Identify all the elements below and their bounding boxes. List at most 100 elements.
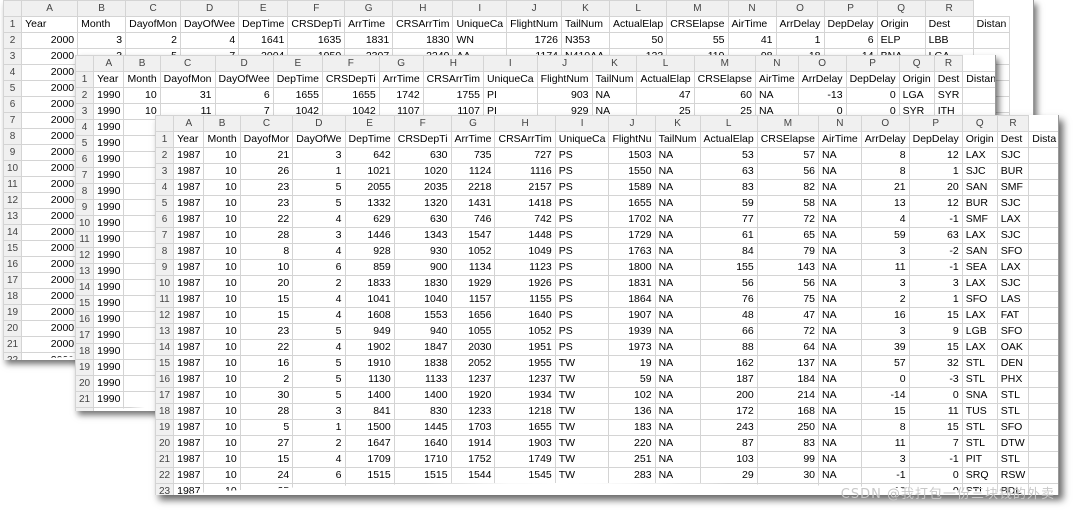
data-cell[interactable]: -2 bbox=[908, 243, 963, 260]
data-cell[interactable]: -1 bbox=[908, 211, 963, 228]
row-number[interactable]: 1 bbox=[75, 71, 95, 88]
data-cell[interactable]: 1914 bbox=[450, 435, 496, 452]
data-cell[interactable]: 41 bbox=[727, 32, 777, 49]
data-cell[interactable]: SJC bbox=[996, 275, 1030, 292]
data-cell[interactable]: NA bbox=[654, 435, 701, 452]
data-cell[interactable]: PS bbox=[554, 211, 610, 228]
column-header[interactable]: I bbox=[554, 115, 610, 132]
row-number[interactable]: 11 bbox=[155, 291, 175, 308]
data-cell[interactable]: 1 bbox=[292, 419, 346, 436]
row-number[interactable]: 6 bbox=[155, 211, 175, 228]
data-cell[interactable]: 10 bbox=[203, 179, 241, 196]
data-cell[interactable]: TW bbox=[554, 435, 610, 452]
data-cell[interactable]: 2000 bbox=[21, 336, 79, 353]
field-name-cell[interactable]: Month bbox=[123, 71, 161, 88]
data-cell[interactable]: N353 bbox=[561, 32, 611, 49]
data-cell[interactable]: 1641 bbox=[238, 32, 289, 49]
data-cell[interactable]: 10 bbox=[203, 291, 241, 308]
data-cell[interactable]: 28 bbox=[239, 403, 294, 420]
data-cell[interactable]: TW bbox=[554, 355, 610, 372]
field-name-cell[interactable]: CRSDepTi bbox=[287, 16, 346, 33]
field-name-cell[interactable]: CRSElapse bbox=[666, 16, 729, 33]
data-cell[interactable]: NA bbox=[818, 451, 862, 468]
column-header[interactable]: P bbox=[823, 0, 878, 17]
data-cell[interactable]: 26 bbox=[239, 163, 294, 180]
data-cell[interactable]: 25 bbox=[239, 483, 294, 495]
row-number[interactable]: 5 bbox=[75, 135, 95, 152]
data-cell[interactable]: 1864 bbox=[608, 291, 656, 308]
data-cell[interactable]: 6 bbox=[823, 32, 878, 49]
data-cell[interactable]: 20 bbox=[239, 275, 294, 292]
row-number[interactable]: 18 bbox=[3, 288, 23, 305]
data-cell[interactable]: NA bbox=[818, 243, 862, 260]
field-name-cell[interactable]: CRSArrTim bbox=[392, 16, 454, 33]
data-cell[interactable]: 57 bbox=[860, 355, 910, 372]
data-cell[interactable]: SFO bbox=[996, 323, 1030, 340]
field-name-cell[interactable]: DepTime bbox=[272, 71, 323, 88]
data-cell[interactable]: 1752 bbox=[450, 451, 496, 468]
data-cell[interactable]: 630 bbox=[393, 211, 452, 228]
data-cell[interactable]: 4 bbox=[179, 32, 240, 49]
data-cell[interactable]: LAX bbox=[961, 339, 998, 356]
row-number[interactable]: 20 bbox=[3, 320, 23, 337]
data-cell[interactable]: 949 bbox=[344, 323, 395, 340]
data-cell[interactable]: 1710 bbox=[393, 451, 452, 468]
data-cell[interactable]: 1116 bbox=[494, 163, 556, 180]
data-cell[interactable]: NA bbox=[654, 419, 701, 436]
column-header[interactable]: I bbox=[482, 55, 538, 72]
data-cell[interactable]: 1656 bbox=[450, 307, 496, 324]
data-cell[interactable]: SFO bbox=[996, 419, 1030, 436]
data-cell[interactable]: TW bbox=[554, 419, 610, 436]
data-cell[interactable]: LAX bbox=[961, 275, 998, 292]
data-cell[interactable]: 2157 bbox=[494, 179, 556, 196]
data-cell[interactable]: 1929 bbox=[450, 275, 496, 292]
data-cell[interactable]: 5 bbox=[292, 195, 346, 212]
data-cell[interactable]: 1049 bbox=[494, 243, 556, 260]
data-cell[interactable]: 1990 bbox=[93, 87, 125, 104]
data-cell[interactable] bbox=[1028, 451, 1058, 468]
data-cell[interactable]: NA bbox=[818, 387, 862, 404]
data-cell[interactable]: 1655 bbox=[494, 419, 556, 436]
data-cell[interactable]: 9 bbox=[908, 323, 963, 340]
column-header[interactable]: R bbox=[933, 55, 964, 72]
row-number[interactable]: 19 bbox=[3, 304, 23, 321]
data-cell[interactable]: 75 bbox=[756, 291, 820, 308]
data-cell[interactable]: NA bbox=[654, 163, 701, 180]
data-cell[interactable]: 10 bbox=[203, 451, 241, 468]
data-cell[interactable]: DTW bbox=[996, 435, 1030, 452]
data-cell[interactable]: 1990 bbox=[93, 391, 125, 408]
data-cell[interactable]: 1990 bbox=[93, 375, 125, 392]
data-cell[interactable]: 1589 bbox=[608, 179, 656, 196]
data-cell[interactable]: 16 bbox=[860, 307, 910, 324]
data-cell[interactable]: 11 bbox=[860, 259, 910, 276]
data-cell[interactable]: 2030 bbox=[450, 339, 496, 356]
data-cell[interactable]: RSW bbox=[996, 467, 1030, 484]
column-header[interactable]: R bbox=[924, 0, 974, 17]
data-cell[interactable]: 4 bbox=[860, 211, 910, 228]
data-cell[interactable]: SNA bbox=[961, 387, 998, 404]
data-cell[interactable] bbox=[972, 32, 1011, 49]
row-number[interactable]: 16 bbox=[155, 371, 175, 388]
data-cell[interactable]: 742 bbox=[494, 211, 556, 228]
data-cell[interactable] bbox=[1028, 371, 1058, 388]
data-cell[interactable]: NA bbox=[818, 179, 862, 196]
data-cell[interactable]: 1838 bbox=[393, 355, 452, 372]
field-name-cell[interactable]: TailNum bbox=[591, 71, 638, 88]
data-cell[interactable]: 250 bbox=[756, 419, 820, 436]
data-cell[interactable]: 1987 bbox=[173, 275, 205, 292]
data-cell[interactable]: 10 bbox=[203, 467, 241, 484]
data-cell[interactable]: 28 bbox=[239, 227, 294, 244]
row-number[interactable]: 10 bbox=[155, 275, 175, 292]
data-cell[interactable]: PI bbox=[482, 87, 538, 104]
data-cell[interactable]: 1987 bbox=[173, 483, 205, 495]
column-header[interactable]: J bbox=[536, 55, 593, 72]
data-cell[interactable]: 15 bbox=[239, 307, 294, 324]
column-header[interactable]: C bbox=[125, 0, 181, 17]
field-name-cell[interactable]: Month bbox=[203, 131, 241, 148]
data-cell[interactable]: -1 bbox=[908, 259, 963, 276]
data-cell[interactable] bbox=[1028, 419, 1058, 436]
field-name-cell[interactable]: Distan bbox=[962, 71, 995, 88]
data-cell[interactable] bbox=[1028, 259, 1058, 276]
data-cell[interactable]: 1742 bbox=[378, 87, 424, 104]
column-header[interactable]: M bbox=[693, 55, 756, 72]
